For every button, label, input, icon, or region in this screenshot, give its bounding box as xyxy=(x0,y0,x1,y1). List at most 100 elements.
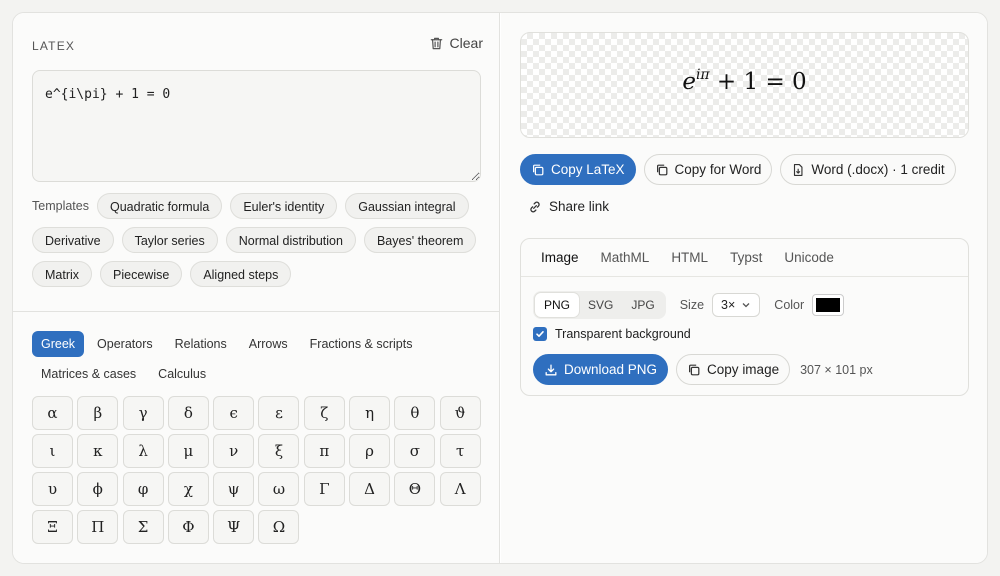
symbol-button[interactable]: π xyxy=(303,434,345,468)
download-icon xyxy=(545,364,557,375)
tab-mathml[interactable]: MathML xyxy=(590,239,661,277)
symbol-button[interactable]: υ xyxy=(32,472,73,506)
tab-typst[interactable]: Typst xyxy=(719,239,773,277)
tab-image[interactable]: Image xyxy=(530,239,590,277)
download-png-button[interactable]: Download PNG xyxy=(533,354,669,385)
template-chip[interactable]: Matrix xyxy=(32,261,93,287)
format-svg[interactable]: SVG xyxy=(579,293,622,317)
symbol-button[interactable]: δ xyxy=(167,396,209,430)
symbol-button[interactable]: Φ xyxy=(167,510,209,544)
template-chip[interactable]: Piecewise xyxy=(100,261,183,287)
chevron-down-icon xyxy=(742,303,750,308)
word-docx-label: Word (.docx) · 1 credit xyxy=(811,162,945,177)
clear-label: Clear xyxy=(449,35,483,51)
symbol-button[interactable]: Δ xyxy=(349,472,391,506)
symbol-button[interactable]: γ xyxy=(122,396,164,430)
copy-latex-button[interactable]: Copy LaTeX xyxy=(520,154,636,185)
check-icon xyxy=(536,331,544,337)
copy-icon xyxy=(533,164,544,175)
symbol-button[interactable]: ϑ xyxy=(439,396,481,430)
format-selector: PNG SVG JPG xyxy=(533,291,666,319)
symbol-button[interactable]: λ xyxy=(122,434,164,468)
template-chip[interactable]: Quadratic formula xyxy=(96,193,223,219)
symbol-button[interactable]: ρ xyxy=(349,434,391,468)
tab-calculus[interactable]: Calculus xyxy=(149,361,215,387)
copy-for-word-button[interactable]: Copy for Word xyxy=(643,154,773,185)
tab-html[interactable]: HTML xyxy=(660,239,719,277)
symbol-button[interactable]: ι xyxy=(32,434,73,468)
symbol-button[interactable]: Ξ xyxy=(32,510,73,544)
color-picker[interactable] xyxy=(812,294,845,316)
formula-base: e xyxy=(682,69,696,95)
symbol-button[interactable]: Λ xyxy=(439,472,481,506)
templates-row: Templates Quadratic formula Euler's iden… xyxy=(32,193,492,287)
symbol-button[interactable]: ψ xyxy=(213,472,255,506)
tab-greek[interactable]: Greek xyxy=(32,331,85,357)
transparent-background-checkbox[interactable]: Transparent background xyxy=(533,327,691,341)
symbol-category-tabs: Greek Operators Relations Arrows Fractio… xyxy=(32,331,482,387)
symbol-button[interactable]: Θ xyxy=(394,472,436,506)
copy-image-label: Copy image xyxy=(707,362,780,377)
size-value: 3× xyxy=(721,298,736,312)
format-png[interactable]: PNG xyxy=(535,293,580,317)
symbol-button[interactable]: χ xyxy=(167,472,209,506)
template-chip[interactable]: Derivative xyxy=(32,227,114,253)
template-chip[interactable]: Taylor series xyxy=(121,227,218,253)
symbol-button[interactable]: ε xyxy=(258,396,300,430)
symbol-button[interactable]: η xyxy=(349,396,391,430)
clear-button[interactable]: Clear xyxy=(429,35,483,51)
copy-latex-label: Copy LaTeX xyxy=(551,162,625,177)
symbol-button[interactable]: Ψ xyxy=(213,510,255,544)
symbol-button[interactable]: θ xyxy=(394,396,436,430)
latex-label: LATEX xyxy=(32,39,76,53)
tab-operators[interactable]: Operators xyxy=(88,331,162,357)
copy-icon xyxy=(656,164,667,175)
symbol-grid: αβγδϵεζηθϑ ικλμνξπρστ υϕφχψωΓΔΘΛ ΞΠΣΦΨΩ xyxy=(32,396,482,544)
color-label: Color xyxy=(774,298,805,312)
symbol-button[interactable]: ξ xyxy=(258,434,300,468)
symbol-button[interactable]: ϕ xyxy=(77,472,119,506)
size-select[interactable]: 3× xyxy=(712,293,761,317)
checkbox-checked[interactable] xyxy=(533,327,547,341)
symbol-button[interactable]: ω xyxy=(258,472,300,506)
size-label: Size xyxy=(679,298,705,312)
tab-fractions-scripts[interactable]: Fractions & scripts xyxy=(301,331,422,357)
symbol-button[interactable]: ϵ xyxy=(213,396,255,430)
word-docx-button[interactable]: Word (.docx) · 1 credit xyxy=(780,154,956,185)
symbol-button[interactable]: τ xyxy=(439,434,481,468)
template-chip[interactable]: Euler's identity xyxy=(230,193,338,219)
symbol-button[interactable]: Π xyxy=(77,510,119,544)
template-chip[interactable]: Normal distribution xyxy=(225,227,356,253)
tab-relations[interactable]: Relations xyxy=(166,331,236,357)
symbol-button[interactable]: Ω xyxy=(258,510,300,544)
share-link-button[interactable]: Share link xyxy=(528,199,609,214)
color-swatch xyxy=(816,298,841,312)
share-link-label: Share link xyxy=(549,199,610,214)
tab-arrows[interactable]: Arrows xyxy=(240,331,297,357)
symbol-button[interactable]: α xyxy=(32,396,73,430)
symbol-button[interactable]: ζ xyxy=(303,396,345,430)
template-chip[interactable]: Bayes' theorem xyxy=(363,227,477,253)
tab-unicode[interactable]: Unicode xyxy=(773,239,845,277)
copy-image-button[interactable]: Copy image xyxy=(676,354,791,385)
templates-label: Templates xyxy=(32,199,89,213)
copy-icon xyxy=(689,364,700,375)
symbol-button[interactable]: κ xyxy=(77,434,119,468)
rendered-formula: eiπ + 1 = 0 xyxy=(682,67,806,95)
symbol-button[interactable]: σ xyxy=(394,434,436,468)
app-card: LATEX Clear Templates Quadratic formula … xyxy=(12,12,988,564)
transparent-background-label: Transparent background xyxy=(555,327,691,341)
symbol-button[interactable]: Σ xyxy=(122,510,164,544)
symbol-button[interactable]: ν xyxy=(213,434,255,468)
format-jpg[interactable]: JPG xyxy=(622,293,663,317)
template-chip[interactable]: Gaussian integral xyxy=(345,193,469,219)
symbol-button[interactable]: Γ xyxy=(303,472,345,506)
template-chip[interactable]: Aligned steps xyxy=(190,261,292,287)
tab-matrices-cases[interactable]: Matrices & cases xyxy=(32,361,145,387)
symbol-button[interactable]: φ xyxy=(122,472,164,506)
symbol-button[interactable]: μ xyxy=(167,434,209,468)
symbol-button[interactable]: β xyxy=(77,396,119,430)
download-png-label: Download PNG xyxy=(564,362,658,377)
latex-input[interactable] xyxy=(32,70,481,182)
copy-actions: Copy LaTeX Copy for Word Word (.docx) · … xyxy=(520,154,956,185)
